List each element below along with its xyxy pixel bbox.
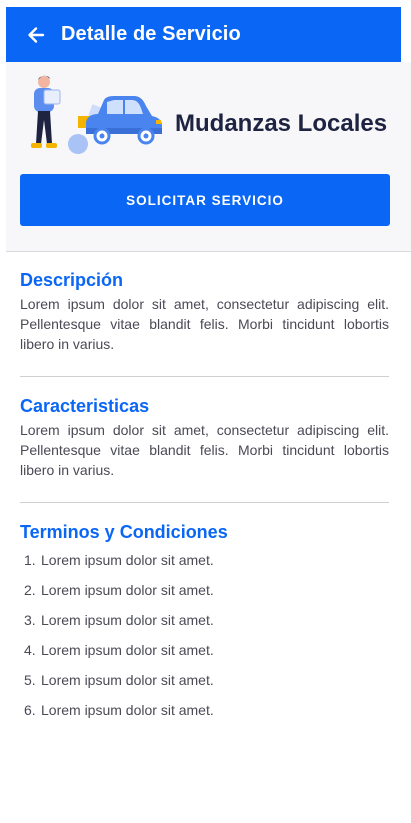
features-text: Lorem ipsum dolor sit amet, consectetur … xyxy=(20,422,389,478)
terms-title: Terminos y Condiciones xyxy=(20,522,228,542)
back-button[interactable] xyxy=(25,24,47,46)
list-item: 1. Lorem ipsum dolor sit amet. xyxy=(24,552,214,568)
divider xyxy=(20,376,389,377)
description-text: Lorem ipsum dolor sit amet, consectetur … xyxy=(20,296,389,352)
arrow-left-icon xyxy=(28,26,45,43)
list-item: 6. Lorem ipsum dolor sit amet. xyxy=(24,702,214,718)
service-name: Mudanzas Locales xyxy=(175,110,388,137)
list-item: 4. Lorem ipsum dolor sit amet. xyxy=(24,642,214,658)
description-title: Descripción xyxy=(20,270,124,290)
page-title: Detalle de Servicio xyxy=(61,23,241,45)
service-hero: Mudanzas Locales SOLICITAR SERVICIO xyxy=(6,62,411,252)
service-details: Descripción Lorem ipsum dolor sit amet, … xyxy=(20,270,389,730)
terms-list: 1. Lorem ipsum dolor sit amet. 2. Lorem ip… xyxy=(20,550,389,730)
moving-truck-illustration xyxy=(31,75,162,154)
app-bar: Detalle de Servicio xyxy=(6,7,401,62)
list-item: 5. Lorem ipsum dolor sit amet. xyxy=(24,672,214,688)
list-item: 3. Lorem ipsum dolor sit amet. xyxy=(24,612,214,628)
list-item: 2. Lorem ipsum dolor sit amet. xyxy=(24,582,214,598)
features-title: Caracteristicas xyxy=(20,396,150,416)
request-service-button[interactable]: SOLICITAR SERVICIO xyxy=(20,174,390,226)
divider xyxy=(20,502,389,503)
